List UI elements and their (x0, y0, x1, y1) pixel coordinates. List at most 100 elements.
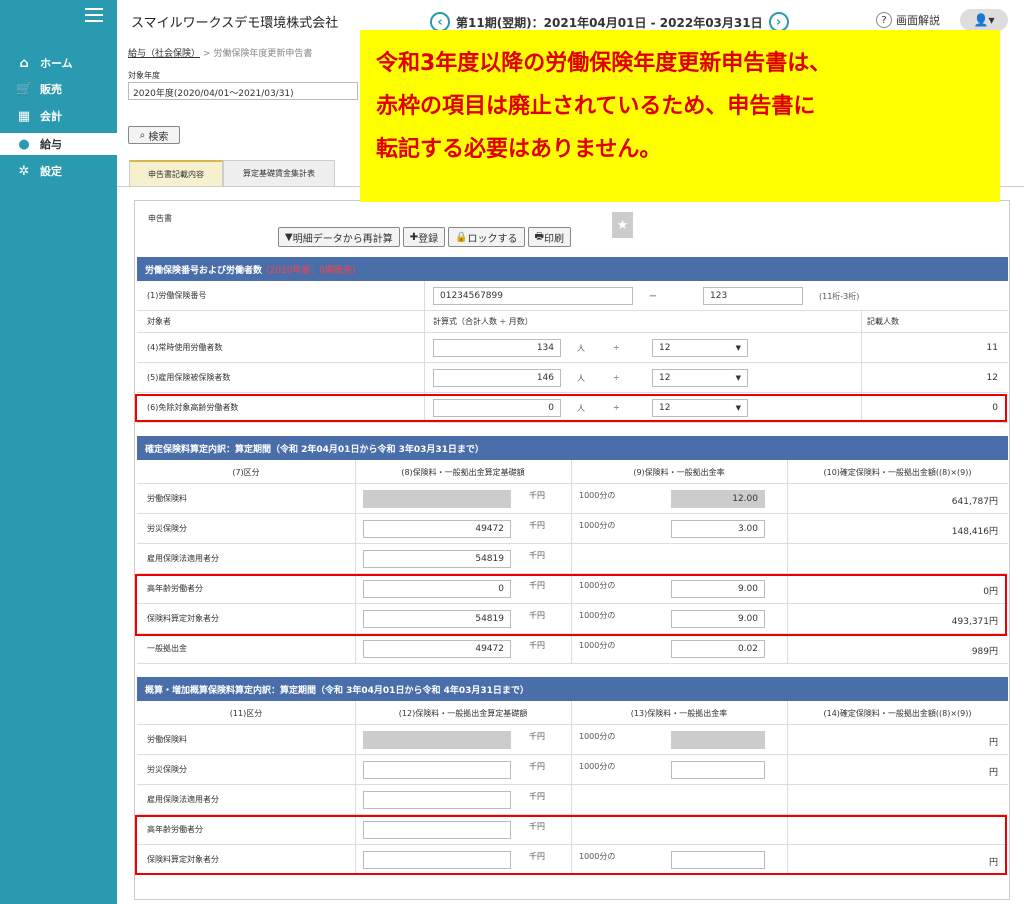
base-amount-input[interactable] (363, 731, 511, 749)
col-amount: (10)確定保険料・一般拠出金額((8)×(9)) (823, 467, 972, 477)
insurance-number-label: (1)労働保険番号 (147, 291, 207, 300)
row-label: 労働保険料 (147, 735, 187, 744)
section3-header: 概算・増加概算保険料算定内訳：算定期間（令和 3年04月01日から令和 4年03… (137, 677, 1008, 701)
unit-label: 千円 (529, 551, 545, 560)
print-button[interactable]: 🖶 印刷 (527, 227, 571, 247)
base-amount-input[interactable]: 54819 (363, 550, 511, 568)
result-value: 12 (986, 373, 998, 383)
per-mille-label: 1000分の (579, 732, 616, 741)
recalc-button[interactable]: ▼ 明細データから再計算 (278, 227, 400, 247)
home-icon: ⌂ (19, 55, 29, 71)
unit-label: 千円 (529, 792, 545, 801)
rate-input[interactable] (671, 731, 765, 749)
lock-button[interactable]: 🔒 ロックする (448, 227, 525, 247)
breadcrumb-parent-link[interactable]: 給与（社会保険） (128, 49, 200, 59)
prev-period-button[interactable]: ‹ (430, 12, 450, 32)
base-amount-input[interactable] (363, 761, 511, 779)
per-mille-label: 1000分の (579, 491, 616, 500)
employment-insured-row: (5)雇用保険被保険者数 146 人 ÷ 12 ▼ 12 (137, 363, 1008, 393)
unit-label: 人 (577, 344, 585, 353)
col-rate: (9)保険料・一般拠出金率 (633, 467, 725, 477)
save-button[interactable]: ✚ 登録 (402, 227, 446, 247)
row-label: 労災保険分 (147, 524, 187, 533)
dropdown-arrow-icon: ▼ (735, 374, 741, 382)
hamburger-menu-icon[interactable] (85, 8, 103, 26)
section2-row: 労働保険料 千円 1000分の 12.00 641,787円 (137, 484, 1008, 514)
base-amount-input[interactable]: 49472 (363, 640, 511, 658)
search-button[interactable]: ⌕ 検索 (128, 126, 180, 144)
target-year-label: 対象年度 (128, 71, 160, 80)
per-mille-label: 1000分の (579, 762, 616, 771)
rate-input[interactable]: 3.00 (671, 520, 765, 538)
sidebar-item-payroll[interactable]: ● 給与 (0, 133, 117, 155)
rate-input[interactable]: 12.00 (671, 490, 765, 508)
callout-line: 転記する必要はありません。 (376, 137, 662, 162)
months-select[interactable]: 12 ▼ (652, 369, 748, 387)
total-input[interactable]: 134 (433, 339, 561, 357)
row-label: 雇用保険法適用者分 (147, 795, 219, 804)
dash-label: ー (649, 292, 657, 301)
user-menu-button[interactable]: 👤▾ (960, 9, 1008, 31)
sidebar-item-home[interactable]: ⌂ ホーム (0, 52, 117, 74)
per-mille-label: 1000分の (579, 521, 616, 530)
base-amount-input[interactable] (363, 490, 511, 508)
breadcrumb: 給与（社会保険） > 労働保険年度更新申告書 (128, 49, 313, 59)
deprecated-highlight-box (135, 394, 1007, 422)
result-value: 11 (986, 343, 998, 353)
amount-value: 641,787円 (951, 497, 998, 507)
employee-count-row: (4)常時使用労働者数 134 人 ÷ 12 ▼ 11 (137, 333, 1008, 363)
col-formula: 計算式（合計人数 ÷ 月数） (433, 317, 533, 326)
company-name: スマイルワークスデモ環境株式会社 (131, 16, 339, 31)
deprecated-highlight-box (135, 574, 1007, 636)
section1-header: 労働保険番号および労働者数 (2020年度：0期販売) (137, 257, 1008, 281)
target-year-select[interactable]: 2020年度(2020/04/01～2021/03/31) (128, 82, 358, 100)
total-input[interactable]: 146 (433, 369, 561, 387)
base-amount-input[interactable] (363, 791, 511, 809)
next-period-button[interactable]: › (768, 12, 789, 32)
form-toolbar: ▼ 明細データから再計算 ✚ 登録 🔒 ロックする 🖶 印刷 (278, 227, 571, 247)
section1-col-header: 対象者 計算式（合計人数 ÷ 月数） 記載人数 (137, 311, 1008, 333)
digits-hint: (11桁-3桁) (819, 292, 860, 301)
row-label: 労災保険分 (147, 765, 187, 774)
rate-input[interactable] (671, 761, 765, 779)
calculator-icon: ▦ (17, 108, 31, 124)
section2-header: 確定保険料算定内訳：算定期間（令和 2年04月01日から令和 3年03月31日ま… (137, 436, 1008, 460)
insurance-number-main-input[interactable]: 01234567899 (433, 287, 633, 305)
col-count: 記載人数 (867, 317, 899, 326)
star-icon[interactable]: ★ (612, 212, 633, 238)
unit-label: 千円 (529, 732, 545, 741)
fiscal-period: ‹ 第11期(翌期)：2021年04月01日 - 2022年03月31日 › (430, 12, 789, 32)
row-label: 雇用保険法適用者分 (147, 554, 219, 563)
insurance-number-sub-input[interactable]: 123 (703, 287, 803, 305)
amount-value: 148,416円 (951, 527, 998, 537)
col-rate: (13)保険料・一般拠出金率 (630, 708, 728, 718)
help-link[interactable]: ? 画面解説 (876, 12, 940, 28)
per-mille-label: 1000分の (579, 641, 616, 650)
tab-declaration[interactable]: 申告書記載内容 (129, 160, 223, 186)
unit-label: 千円 (529, 521, 545, 530)
row-label: (4)常時使用労働者数 (147, 343, 223, 352)
row-label: 労働保険料 (147, 494, 187, 503)
row-label: (5)雇用保険被保険者数 (147, 373, 231, 382)
sidebar-item-sales[interactable]: 🛒 販売 (0, 78, 117, 100)
col-amount: (14)確定保険料・一般拠出金額((8)×(9)) (823, 708, 972, 718)
search-icon: ⌕ (139, 129, 146, 141)
insurance-number-row: (1)労働保険番号 01234567899 ー 123 (11桁-3桁) (137, 281, 1008, 311)
section3-row: 雇用保険法適用者分 千円 (137, 785, 1008, 815)
col-category: (7)区分 (232, 467, 260, 477)
base-amount-input[interactable]: 49472 (363, 520, 511, 538)
question-icon: ? (876, 12, 892, 28)
callout-line: 赤枠の項目は廃止されているため、申告書に (376, 94, 816, 119)
tab-wage-summary[interactable]: 算定基礎賃金集計表 (223, 160, 335, 186)
callout-line: 令和3年度以降の労働保険年度更新申告書は、 (376, 51, 832, 76)
deprecated-highlight-box (135, 815, 1007, 875)
section2-row: 雇用保険法適用者分 54819 千円 (137, 544, 1008, 574)
unit-label: 千円 (529, 641, 545, 650)
amount-value: 989円 (971, 647, 998, 657)
cart-icon: 🛒 (16, 81, 33, 97)
sidebar-item-accounting[interactable]: ▦ 会計 (0, 105, 117, 127)
rate-input[interactable]: 0.02 (671, 640, 765, 658)
section3-row: 労災保険分 千円 1000分の円 (137, 755, 1008, 785)
sidebar-item-settings[interactable]: ✲ 設定 (0, 160, 117, 182)
months-select[interactable]: 12 ▼ (652, 339, 748, 357)
